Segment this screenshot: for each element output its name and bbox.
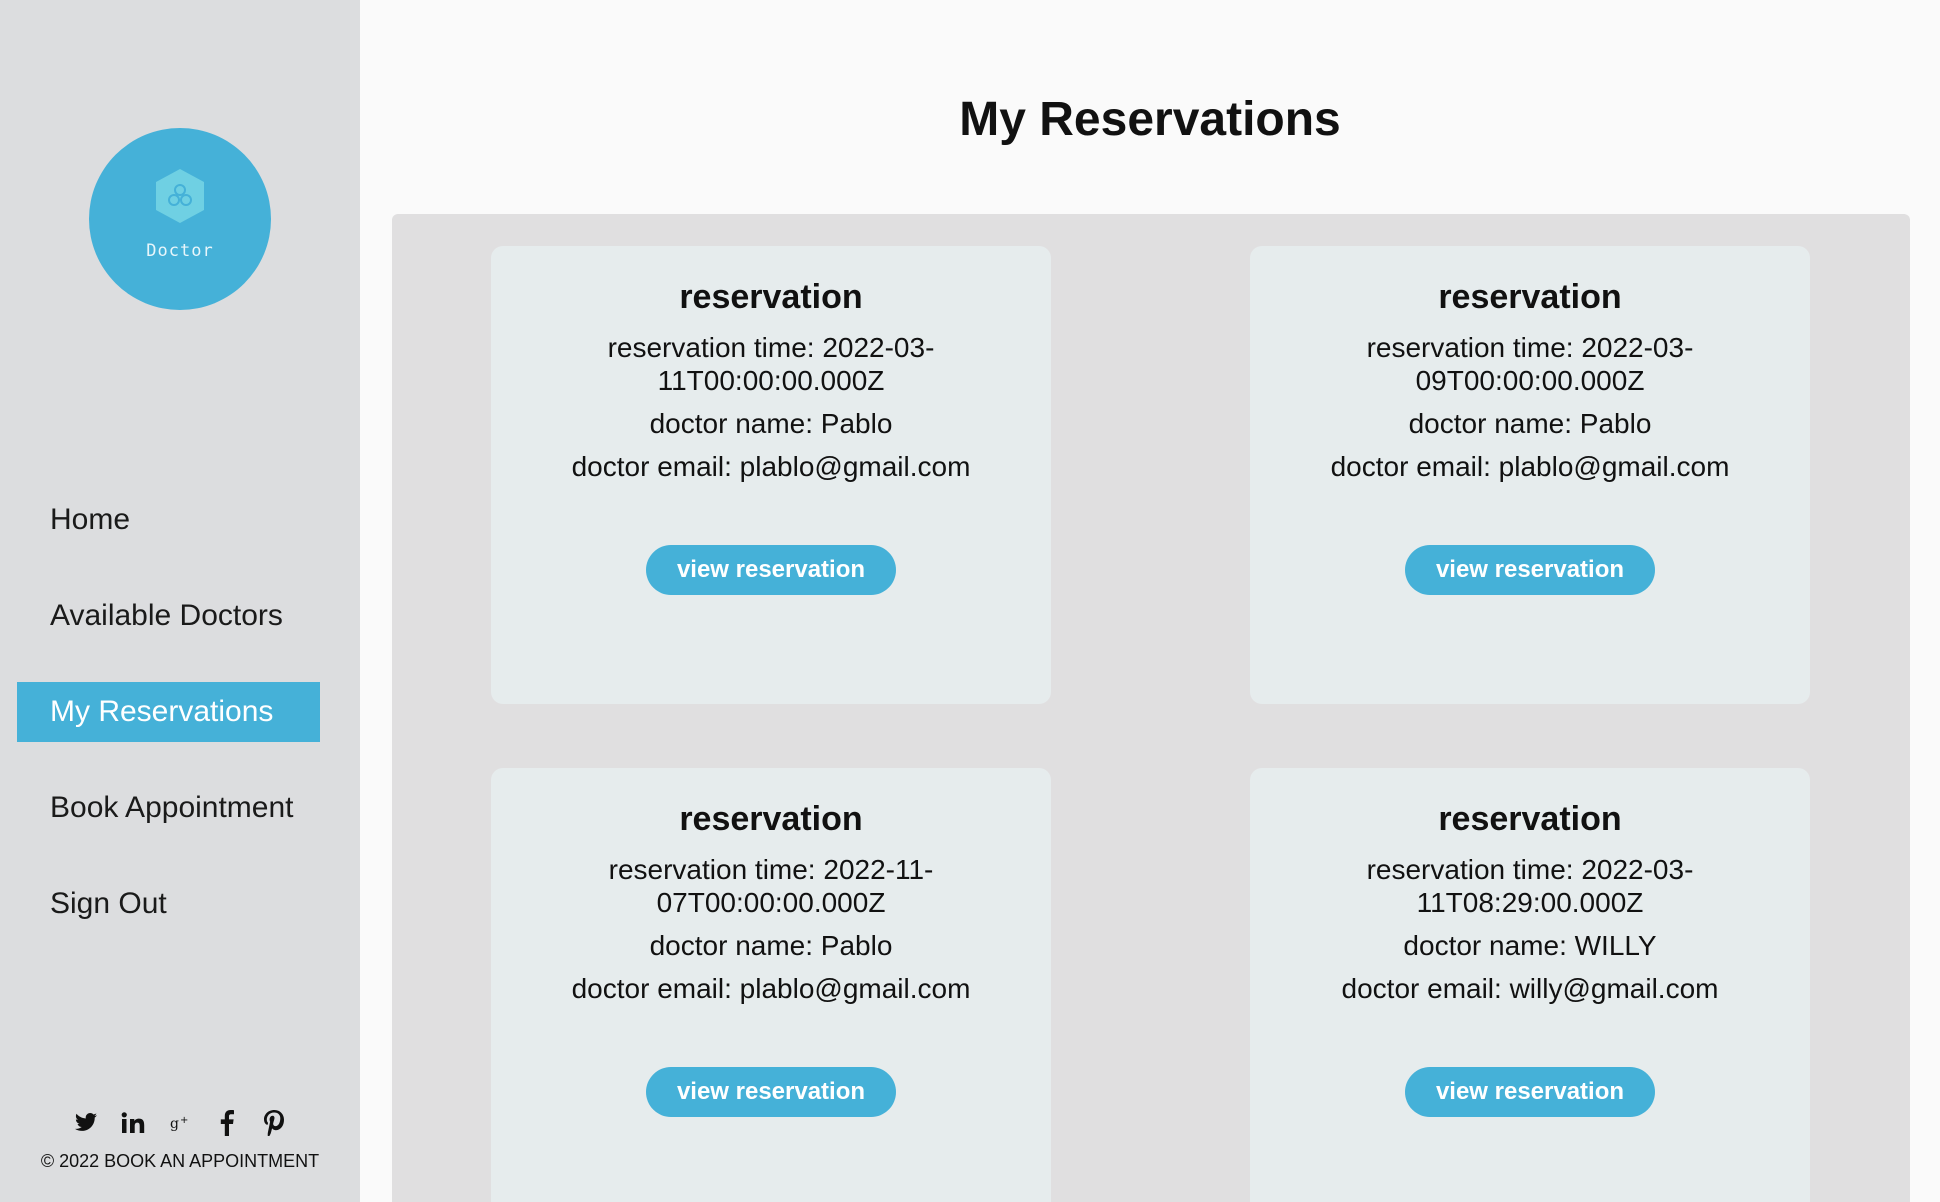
main-content: My Reservations reservation reservation … xyxy=(360,0,1940,1202)
sidebar: Doctor Home Available Doctors My Reserva… xyxy=(0,0,360,1202)
doctor-email: doctor email: plablo@gmail.com xyxy=(1330,451,1730,482)
sidebar-nav: Home Available Doctors My Reservations B… xyxy=(0,490,360,970)
reservation-card: reservation reservation time: 2022-11-07… xyxy=(491,768,1051,1202)
reservations-board: reservation reservation time: 2022-03-11… xyxy=(392,214,1910,1202)
reservation-title: reservation xyxy=(1438,278,1622,316)
svg-text:g: g xyxy=(170,1116,179,1132)
view-reservation-button[interactable]: view reservation xyxy=(646,1067,896,1117)
google-plus-icon[interactable]: g + xyxy=(167,1110,193,1136)
sidebar-footer: g + © 2022 BOOK AN APPOINTMENT xyxy=(0,1110,360,1172)
reservation-title: reservation xyxy=(1438,800,1622,838)
doctor-name: doctor name: Pablo xyxy=(649,408,893,439)
nav-item-book-appointment[interactable]: Book Appointment xyxy=(17,778,320,838)
reservation-time: reservation time: 2022-03-11T08:29:00.00… xyxy=(1366,854,1694,918)
nav-item-home[interactable]: Home xyxy=(17,490,320,550)
reservation-time: reservation time: 2022-03-11T00:00:00.00… xyxy=(607,332,935,396)
view-reservation-button[interactable]: view reservation xyxy=(1405,545,1655,595)
doctor-name: doctor name: WILLY xyxy=(1403,930,1657,961)
copyright-text: © 2022 BOOK AN APPOINTMENT xyxy=(40,1151,320,1171)
reservation-card: reservation reservation time: 2022-03-11… xyxy=(491,246,1051,704)
doctor-name: doctor name: Pablo xyxy=(649,930,893,961)
nav-item-available-doctors[interactable]: Available Doctors xyxy=(17,586,320,646)
page-title: My Reservations xyxy=(959,93,1341,146)
pinterest-icon[interactable] xyxy=(261,1110,287,1136)
doctor-email: doctor email: plablo@gmail.com xyxy=(571,973,971,1004)
nav-item-sign-out[interactable]: Sign Out xyxy=(17,874,320,934)
reservation-card: reservation reservation time: 2022-03-09… xyxy=(1250,246,1810,704)
view-reservation-button[interactable]: view reservation xyxy=(1405,1067,1655,1117)
reservation-title: reservation xyxy=(679,800,863,838)
reservation-card: reservation reservation time: 2022-03-11… xyxy=(1250,768,1810,1202)
hexagon-logo-icon xyxy=(156,169,204,223)
logo[interactable]: Doctor xyxy=(89,128,271,310)
facebook-icon[interactable] xyxy=(214,1110,240,1136)
view-reservation-button[interactable]: view reservation xyxy=(646,545,896,595)
logo-text: Doctor xyxy=(146,241,214,261)
reservation-time: reservation time: 2022-03-09T00:00:00.00… xyxy=(1366,332,1694,396)
social-links: g + xyxy=(0,1110,360,1136)
twitter-icon[interactable] xyxy=(73,1110,99,1136)
app-root: Doctor Home Available Doctors My Reserva… xyxy=(0,0,1940,1202)
linkedin-icon[interactable] xyxy=(120,1110,146,1136)
doctor-name: doctor name: Pablo xyxy=(1408,408,1652,439)
nav-item-my-reservations[interactable]: My Reservations xyxy=(17,682,320,742)
reservation-title: reservation xyxy=(679,278,863,316)
reservation-time: reservation time: 2022-11-07T00:00:00.00… xyxy=(608,854,934,918)
svg-text:+: + xyxy=(180,1115,188,1126)
doctor-email: doctor email: willy@gmail.com xyxy=(1341,973,1719,1004)
doctor-email: doctor email: plablo@gmail.com xyxy=(571,451,971,482)
